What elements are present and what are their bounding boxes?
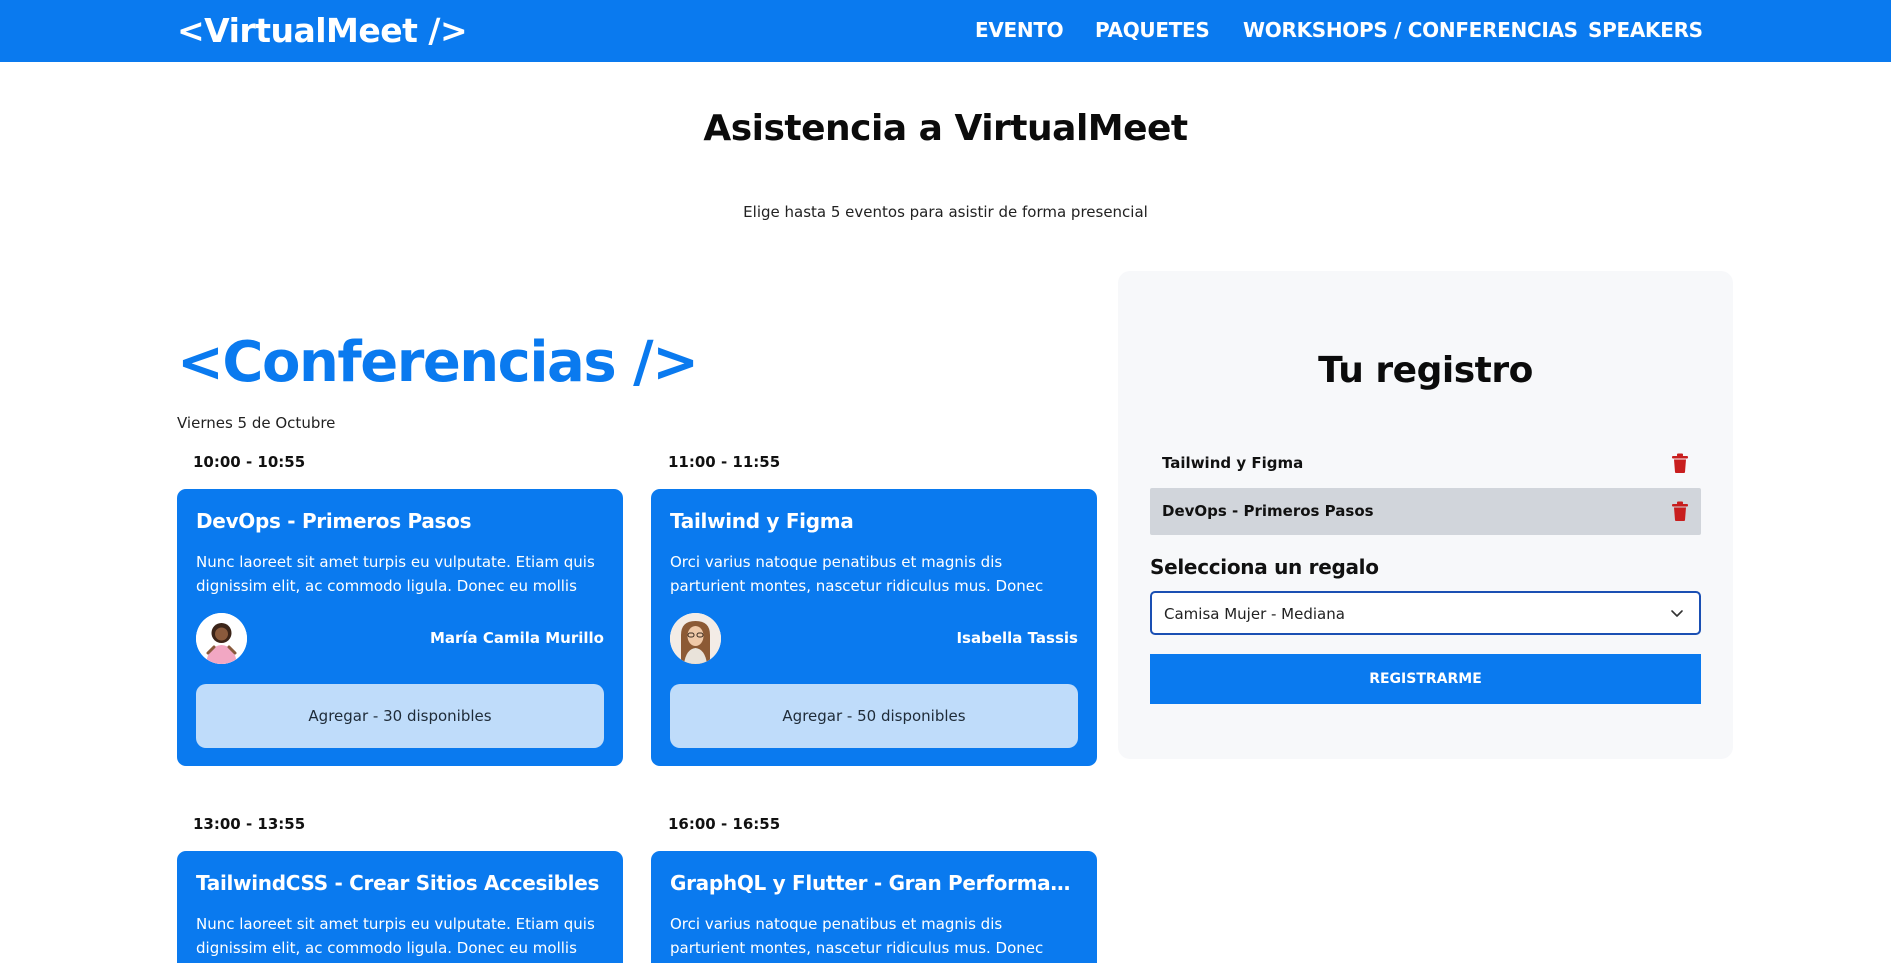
registration-title: Tu registro [1318,350,1533,391]
page-title: Asistencia a VirtualMeet [703,108,1188,149]
event-card: Tailwind y Figma Orci varius natoque pen… [651,489,1097,766]
registration-panel: Tu registro Tailwind y Figma DevOps - Pr… [1118,271,1733,759]
event-description: Nunc laoreet sit amet turpis eu vulputat… [196,915,595,957]
event-description: Orci varius natoque penatibus et magnis … [670,553,1044,595]
nav-link-paquetes[interactable]: PAQUETES [1095,18,1210,42]
speaker-avatar [670,613,721,664]
gift-select[interactable]: Camisa Mujer - Mediana [1150,591,1701,635]
add-event-button[interactable]: Agregar - 50 disponibles [670,684,1078,748]
event-title: Tailwind y Figma [670,509,854,533]
gift-label: Selecciona un regalo [1150,555,1379,579]
event-description: Nunc laoreet sit amet turpis eu vulputat… [196,553,595,595]
gift-select-value: Camisa Mujer - Mediana [1164,605,1345,623]
trash-icon[interactable] [1671,501,1689,521]
day-label: Viernes 5 de Octubre [177,414,336,432]
event-time: 11:00 - 11:55 [668,453,781,471]
top-navbar: <VirtualMeet /> EVENTO PAQUETES WORKSHOP… [0,0,1891,62]
add-event-button[interactable]: Agregar - 30 disponibles [196,684,604,748]
registration-item-label: DevOps - Primeros Pasos [1162,502,1374,520]
nav-link-speakers[interactable]: SPEAKERS [1588,18,1703,42]
site-logo[interactable]: <VirtualMeet /> [177,11,468,50]
registration-item: Tailwind y Figma [1150,440,1701,487]
speaker-name: María Camila Murillo [429,629,604,647]
event-time: 16:00 - 16:55 [668,815,781,833]
event-title: GraphQL y Flutter - Gran Performance pa.… [670,871,1080,895]
registration-item-label: Tailwind y Figma [1162,454,1304,472]
event-title: TailwindCSS - Crear Sitios Accesibles [196,871,600,895]
event-card: TailwindCSS - Crear Sitios Accesibles Nu… [177,851,623,963]
speaker-avatar [196,613,247,664]
event-card: GraphQL y Flutter - Gran Performance pa.… [651,851,1097,963]
nav-link-workshops-conferencias[interactable]: WORKSHOPS / CONFERENCIAS [1243,18,1578,42]
event-description: Orci varius natoque penatibus et magnis … [670,915,1044,957]
speaker-name: Isabella Tassis [956,629,1078,647]
event-card: DevOps - Primeros Pasos Nunc laoreet sit… [177,489,623,766]
event-time: 10:00 - 10:55 [193,453,306,471]
nav-link-evento[interactable]: EVENTO [975,18,1064,42]
section-title: <Conferencias /> [177,330,699,395]
event-time: 13:00 - 13:55 [193,815,306,833]
register-button[interactable]: REGISTRARME [1150,654,1701,704]
chevron-down-icon [1669,605,1685,621]
trash-icon[interactable] [1671,453,1689,473]
page-subtitle: Elige hasta 5 eventos para asistir de fo… [743,203,1148,221]
registration-item: DevOps - Primeros Pasos [1150,488,1701,535]
event-title: DevOps - Primeros Pasos [196,509,472,533]
